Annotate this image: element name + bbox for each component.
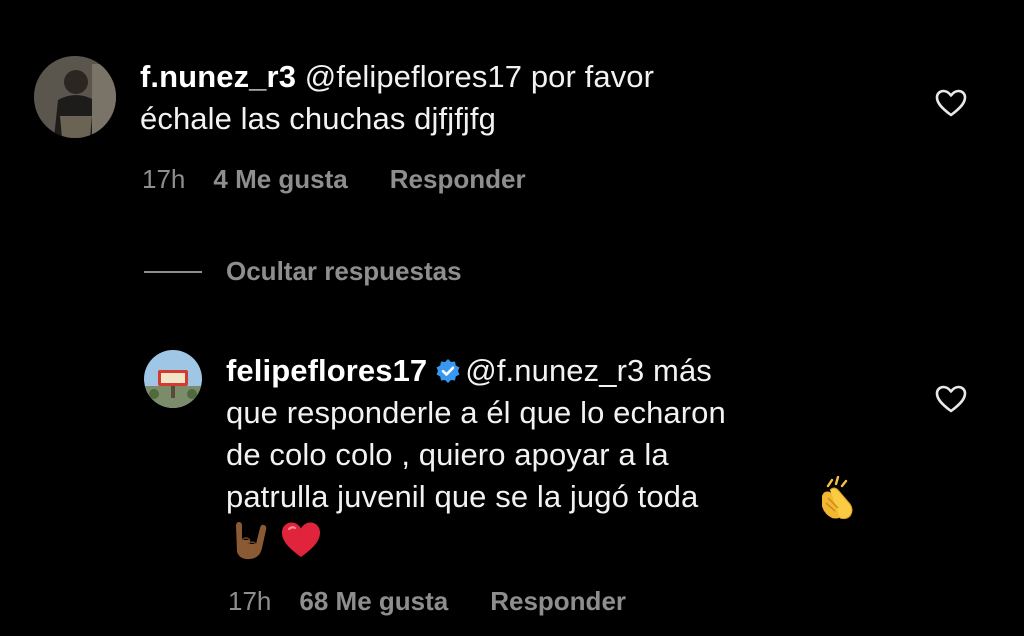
comment-text: f.nunez_r3 @felipeflores17 por favor éch… bbox=[140, 56, 840, 140]
comment-meta: 17h 4 Me gusta Responder bbox=[142, 164, 568, 195]
comment-meta: 17h 68 Me gusta Responder bbox=[228, 586, 668, 617]
verified-badge-icon bbox=[436, 359, 460, 383]
hide-replies-label: Ocultar respuestas bbox=[226, 256, 462, 286]
username-link[interactable]: f.nunez_r3 bbox=[140, 59, 296, 94]
reply-button[interactable]: Responder bbox=[490, 586, 626, 616]
sign-of-horns-emoji bbox=[236, 522, 267, 560]
comment-body-line: échale las chuchas djfjfjfg bbox=[140, 101, 496, 136]
red-heart-emoji bbox=[282, 522, 320, 557]
timestamp: 17h bbox=[142, 164, 186, 194]
timestamp: 17h bbox=[228, 586, 272, 616]
likes-count[interactable]: 68 Me gusta bbox=[299, 586, 448, 616]
hide-replies-button[interactable]: Ocultar respuestas bbox=[144, 256, 462, 287]
comment-body-line: que responderle a él que lo echaron bbox=[226, 395, 726, 430]
comment-body: @felipeflores17 por favor bbox=[296, 59, 655, 94]
clapping-hands-emoji bbox=[822, 476, 853, 520]
avatar[interactable] bbox=[34, 56, 116, 138]
comment-body-line: de colo colo , quiero apoyar a la bbox=[226, 437, 669, 472]
avatar[interactable] bbox=[144, 350, 202, 408]
heart-outline-icon[interactable] bbox=[934, 384, 968, 414]
comment-body: @f.nunez_r3 más bbox=[465, 353, 712, 388]
heart-outline-icon[interactable] bbox=[934, 88, 968, 118]
divider bbox=[144, 270, 202, 273]
comment-body-line: patrulla juvenil que se la jugó toda bbox=[226, 479, 699, 514]
reply-button[interactable]: Responder bbox=[390, 164, 526, 194]
likes-count[interactable]: 4 Me gusta bbox=[213, 164, 347, 194]
username-link[interactable]: felipeflores17 bbox=[226, 353, 427, 388]
